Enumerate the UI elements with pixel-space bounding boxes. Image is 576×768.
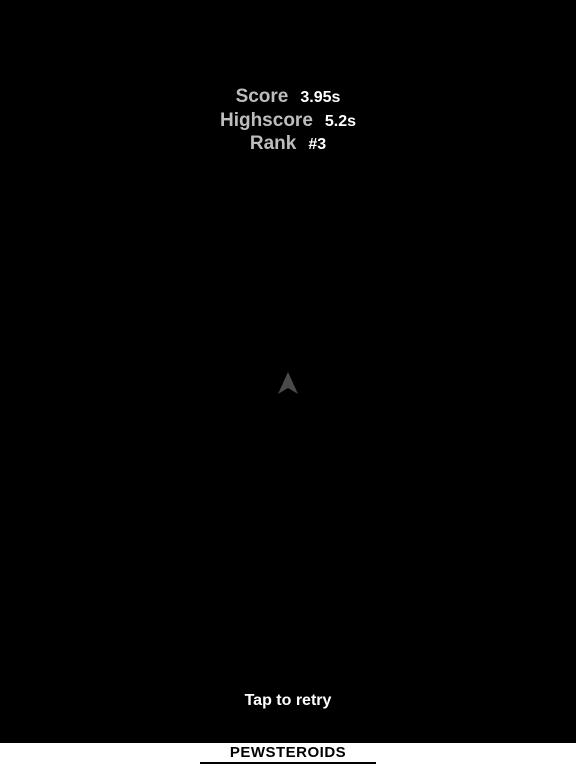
ship-arrow-icon — [278, 372, 298, 394]
highscore-label: Highscore — [219, 110, 313, 131]
highscore-value: 5.2s — [324, 113, 357, 130]
highscore-row: Highscore 5.2s — [0, 110, 576, 132]
rank-row: Rank #3 — [0, 133, 576, 155]
rank-value: #3 — [308, 136, 327, 153]
score-row: Score 3.95s — [0, 86, 576, 108]
footer-bar: PEWSTEROIDS — [0, 743, 576, 768]
brand-underline — [200, 762, 376, 764]
game-area[interactable]: Score 3.95s Highscore 5.2s Rank #3 Tap t… — [0, 0, 576, 743]
brand-title: PEWSTEROIDS — [229, 744, 347, 761]
rank-label: Rank — [249, 133, 297, 154]
score-value: 3.95s — [300, 89, 341, 106]
retry-prompt[interactable]: Tap to retry — [0, 692, 576, 710]
score-label: Score — [235, 86, 289, 107]
game-screen: Score 3.95s Highscore 5.2s Rank #3 Tap t… — [0, 0, 576, 768]
